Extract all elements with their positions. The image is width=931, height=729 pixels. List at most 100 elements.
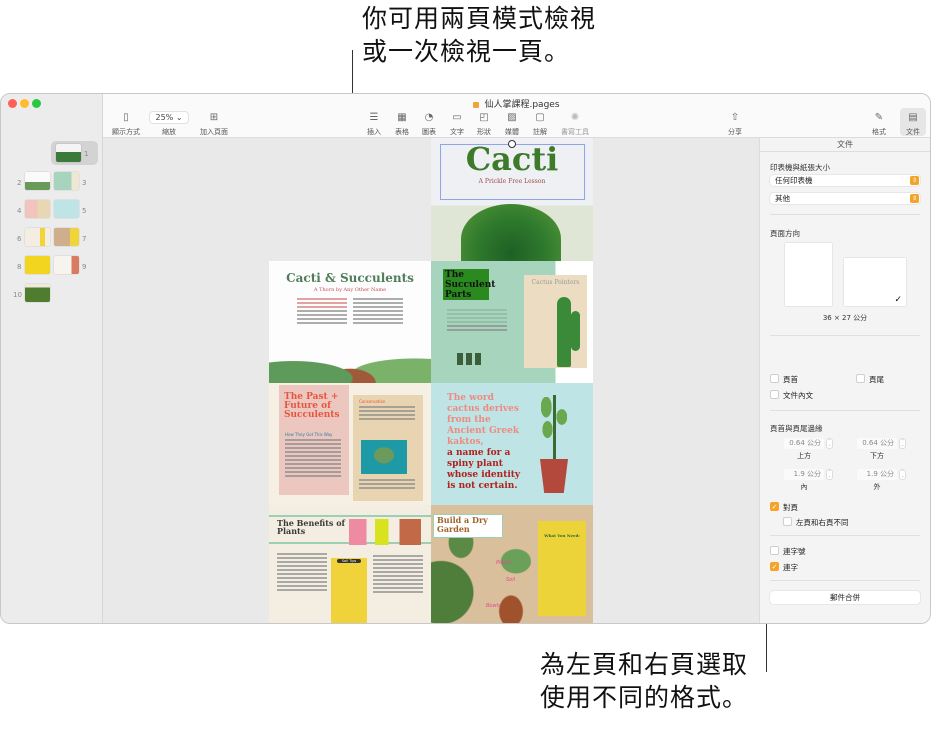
close-button[interactable] xyxy=(8,99,17,108)
landscape-orientation-option[interactable]: ✓ xyxy=(844,258,906,306)
selection-box[interactable] xyxy=(440,144,585,200)
callout-line: 為左頁和右頁選取 xyxy=(540,650,749,679)
annotation-soil: Soil xyxy=(506,577,516,583)
divider xyxy=(770,214,920,215)
paintbrush-icon: ✎ xyxy=(874,112,884,123)
hyphenation-label: 連字號 xyxy=(783,547,806,556)
zoom-popup[interactable]: 25% ⌄ xyxy=(149,111,189,124)
page-2[interactable]: Cacti & Succulents A Thorn by Any Other … xyxy=(269,261,431,383)
top-margin-label: 上方 xyxy=(797,452,811,460)
minimize-button[interactable] xyxy=(20,99,29,108)
top-margin-field[interactable]: 0.64 公分 xyxy=(784,438,824,449)
outside-margin-field[interactable]: 1.9 公分 xyxy=(857,469,897,480)
paper-size-popup[interactable]: 其他 ⇕ xyxy=(770,193,920,204)
body-checkbox[interactable] xyxy=(770,390,779,399)
view-button[interactable]: ▯ 顯示方式 xyxy=(106,111,146,137)
tips-box xyxy=(331,558,367,623)
sidebar-heading: Conservation xyxy=(359,399,386,404)
writing-tools-button[interactable]: ✺ 書寫工具 xyxy=(555,111,595,137)
page-3[interactable]: The Succulent Parts Cactus Pointers xyxy=(431,261,593,383)
paper-size-label: 36 × 27 公分 xyxy=(822,314,868,322)
bottom-margin-stepper[interactable]: ⌃ ⌄ xyxy=(899,438,906,449)
format-button[interactable]: ✎ 格式 xyxy=(867,111,891,137)
inspector-tab-document[interactable]: 文件 xyxy=(760,138,930,152)
thumbnail-page-8[interactable] xyxy=(25,256,50,274)
thumbnail-number: 8 xyxy=(17,263,22,271)
top-margin-stepper[interactable]: ⌃ ⌄ xyxy=(826,438,833,449)
document-inspector: 文件 印表機與紙張大小 任何印表機 ⇕ 其他 ⇕ 頁面方向 ✓ 36 × 27 … xyxy=(759,138,930,623)
zoom-window-button[interactable] xyxy=(32,99,41,108)
divider xyxy=(770,580,920,581)
comment-button[interactable]: ▢ 註解 xyxy=(520,111,560,137)
poster-title: Cactus Pointers xyxy=(531,279,580,286)
header-checkbox[interactable] xyxy=(770,374,779,383)
inside-margin-field[interactable]: 1.9 公分 xyxy=(784,469,824,480)
add-page-button[interactable]: ⊞ 加入頁面 xyxy=(194,111,234,137)
thumbnail-page-9[interactable] xyxy=(54,256,79,274)
thumbnail-page-10[interactable] xyxy=(25,284,50,302)
cactus-photo xyxy=(461,204,561,261)
body-text xyxy=(277,553,327,593)
ligatures-checkbox[interactable]: ✓ xyxy=(770,562,779,571)
share-button[interactable]: ⇧ 分享 xyxy=(715,111,755,137)
page-7-title: Build a Dry Garden xyxy=(437,515,488,534)
body-text xyxy=(373,555,423,595)
section-heading: How They Got This Way xyxy=(285,432,333,437)
stripe xyxy=(269,515,431,517)
callout-two-up-view: 你可用兩頁模式檢視 或一次檢視一頁。 xyxy=(362,2,596,68)
thumbnail-page-7[interactable] xyxy=(54,228,79,246)
thumbnail-page-2[interactable] xyxy=(25,172,50,190)
thumbnail-page-1[interactable] xyxy=(56,144,81,162)
cactus-photo xyxy=(361,440,407,474)
rotate-handle[interactable] xyxy=(508,140,516,148)
document-button[interactable]: ▤ 文件 xyxy=(900,108,926,136)
quote-text-light: The word cactus derives from the Ancient… xyxy=(447,393,520,447)
thumbnail-page-3[interactable] xyxy=(54,172,79,190)
page-7[interactable]: Build a Dry Garden What You Need: Plants… xyxy=(431,505,593,623)
document-canvas[interactable]: Cacti A Prickle Free Lesson Cacti & Succ… xyxy=(103,138,760,623)
thumbnail-page-4[interactable] xyxy=(25,200,50,218)
bottom-margin-field[interactable]: 0.64 公分 xyxy=(857,438,897,449)
toolbar: 仙人掌課程.pages ▯ 顯示方式 25% ⌄ 縮放 ⊞ 加入頁面 ☰ 插入 … xyxy=(103,94,930,138)
thumbnail-number: 2 xyxy=(17,179,22,187)
cactus-icons xyxy=(457,353,483,365)
thumbnail-page-5[interactable] xyxy=(54,200,79,218)
footer-checkbox[interactable] xyxy=(856,374,865,383)
header-label: 頁首 xyxy=(783,375,798,384)
printer-value: 任何印表機 xyxy=(775,176,813,185)
comment-icon: ▢ xyxy=(535,112,545,123)
zoom-value-wrap: 25% ⌄ xyxy=(149,111,189,125)
thumbnail-number: 7 xyxy=(82,235,87,243)
thumbnail-page-6[interactable] xyxy=(25,228,50,246)
tips-box-title: Soil Tips xyxy=(337,559,361,563)
page-4-title: The Past + Future of Succulents xyxy=(284,392,340,420)
printer-popup[interactable]: 任何印表機 ⇕ xyxy=(770,175,920,186)
outside-margin-stepper[interactable]: ⌃ ⌄ xyxy=(899,469,906,480)
portrait-orientation-option[interactable] xyxy=(785,243,832,306)
pages-document-icon xyxy=(473,101,480,108)
facing-pages-label: 對頁 xyxy=(783,503,798,512)
zoom-control[interactable]: 25% ⌄ 縮放 xyxy=(149,111,189,137)
hyphenation-checkbox[interactable] xyxy=(770,546,779,555)
page-1[interactable]: Cacti A Prickle Free Lesson xyxy=(431,138,593,261)
page-2-subtitle: A Thorn by Any Other Name xyxy=(313,287,387,293)
orientation-section-label: 頁面方向 xyxy=(770,229,800,238)
thumbnail-number: 5 xyxy=(82,207,87,215)
mail-merge-button[interactable]: 郵件合併 xyxy=(770,591,920,604)
plant-leaves xyxy=(541,397,567,447)
page-4[interactable]: The Past + Future of Succulents How They… xyxy=(269,383,431,505)
share-icon: ⇧ xyxy=(730,112,740,123)
page-6[interactable]: The Benefits of Plants Soil Tips xyxy=(269,505,431,623)
inside-margin-stepper[interactable]: ⌃ ⌄ xyxy=(826,469,833,480)
different-left-right-checkbox[interactable] xyxy=(783,517,792,526)
body-text xyxy=(297,298,347,326)
facing-pages-checkbox[interactable]: ✓ xyxy=(770,502,779,511)
page-2-title: Cacti & Succulents xyxy=(286,271,414,285)
different-left-right-label: 左頁和右頁不同 xyxy=(796,518,849,527)
callout-line: 或一次檢視一頁。 xyxy=(362,37,571,66)
page-5[interactable]: The word cactus derives from the Ancient… xyxy=(431,383,593,505)
callout-line: 使用不同的格式。 xyxy=(540,683,749,712)
callout-left-right-different: 為左頁和右頁選取 使用不同的格式。 xyxy=(540,648,748,714)
succulent-photo xyxy=(269,338,431,383)
thumbnail-number: 10 xyxy=(13,291,22,299)
